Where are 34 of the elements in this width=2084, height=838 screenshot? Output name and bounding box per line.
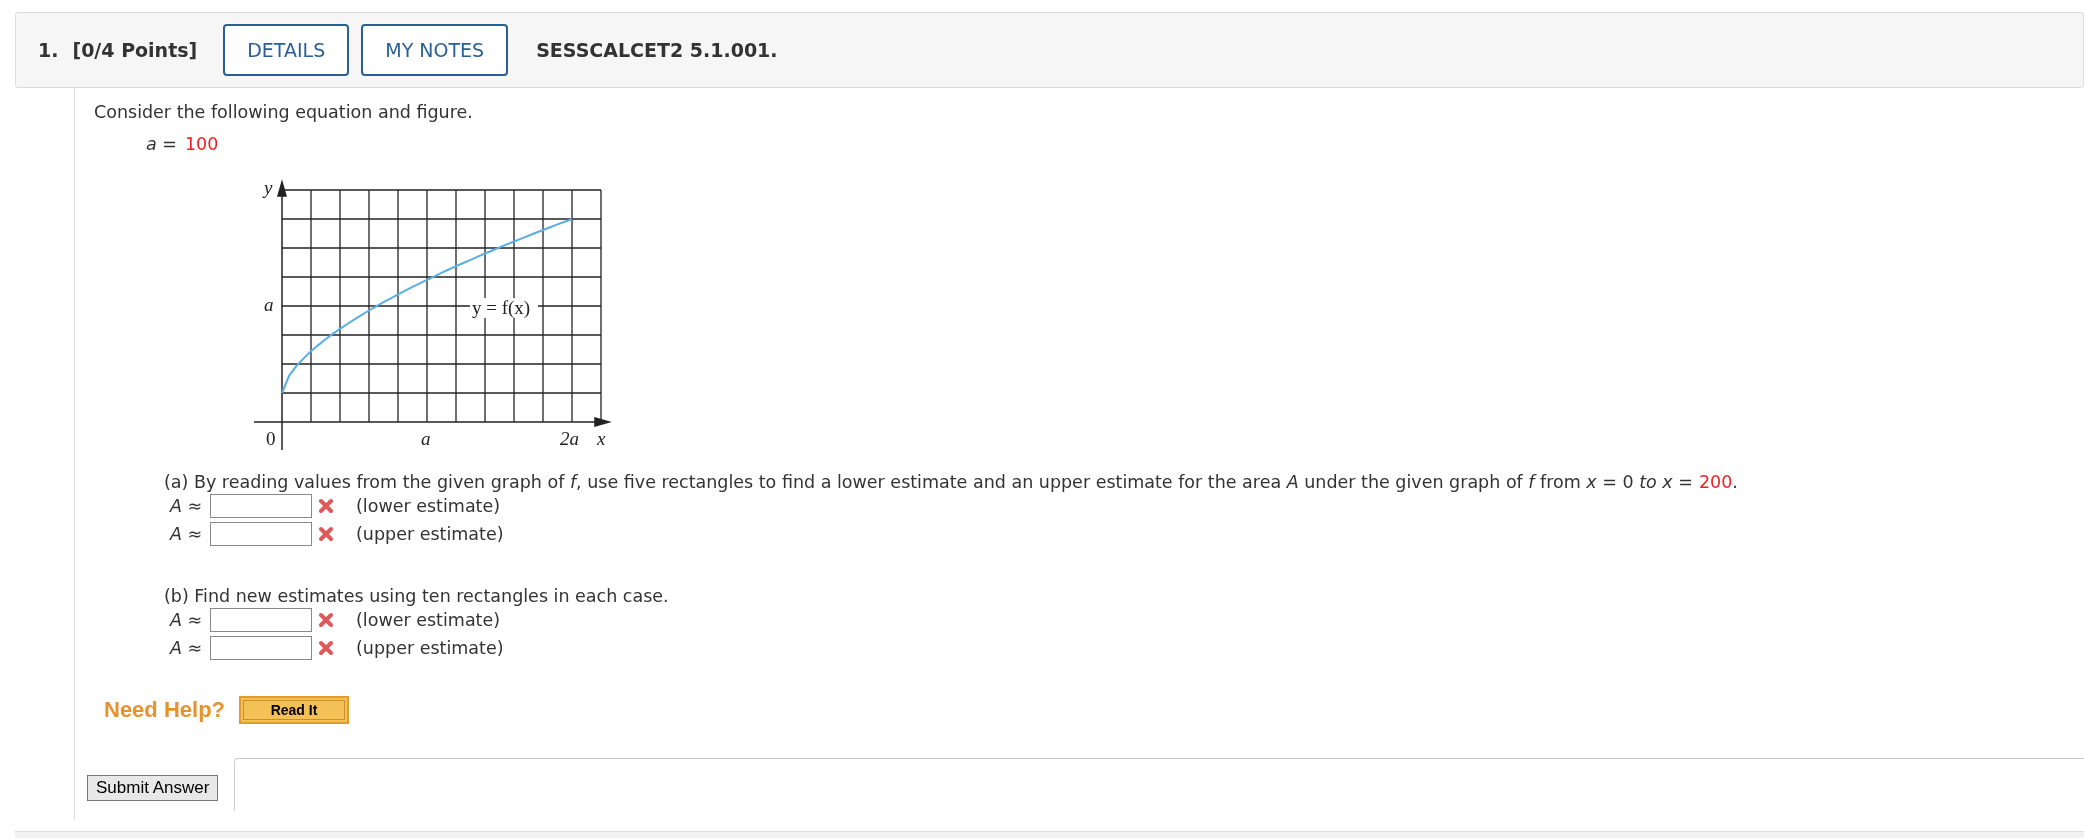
curve-label: y = f(x) [472, 297, 531, 318]
answer-label: A ≈ [170, 638, 204, 658]
question-text: (a) By reading values from the given graph of f, use five rectangles to find a lower estimate and an upper estimate for the area A under the given graph of f from x = 0 to x = [164, 472, 1693, 492]
submit-answer-button[interactable]: Submit Answer [87, 775, 219, 801]
question-number: 1. [38, 39, 59, 61]
estimate-label: (upper estimate) [356, 524, 504, 544]
answer-label: A ≈ [170, 496, 204, 516]
estimate-label: (lower estimate) [356, 610, 501, 630]
need-help-label: Need Help? [104, 697, 226, 723]
answer-field[interactable] [210, 636, 312, 660]
period-mark: . [1732, 472, 1738, 492]
question-text: (b) Find new estimates using ten rectangles in each case. [164, 586, 669, 606]
answer-label: A ≈ [170, 610, 204, 630]
header-button[interactable]: DETAILS [223, 24, 350, 76]
x-tick-label: 2a [560, 428, 579, 449]
header-button[interactable]: MY NOTES [361, 24, 509, 76]
answer-field[interactable] [210, 494, 312, 518]
estimate-label: (upper estimate) [356, 638, 504, 658]
x-axis-label: x [597, 428, 606, 449]
equation-label: a = [146, 134, 177, 154]
answer-field[interactable] [210, 522, 312, 546]
answer-label: A ≈ [170, 524, 204, 544]
read-it-button[interactable]: Read It [239, 696, 350, 724]
x-tick-label: a [421, 428, 431, 449]
intro-text: Consider the following equation and figure. [94, 102, 474, 122]
answer-field[interactable] [210, 608, 312, 632]
question-code: SESSCALCET2 5.1.001. [536, 39, 778, 61]
estimate-label: (lower estimate) [356, 496, 501, 516]
equation-value: 100 [184, 134, 219, 154]
given-value: 200 [1698, 472, 1733, 492]
y-axis-label: y [264, 177, 273, 198]
y-tick-label: a [264, 294, 274, 315]
points-label: [0/4 Points] [72, 39, 198, 61]
origin-label: 0 [266, 428, 276, 449]
